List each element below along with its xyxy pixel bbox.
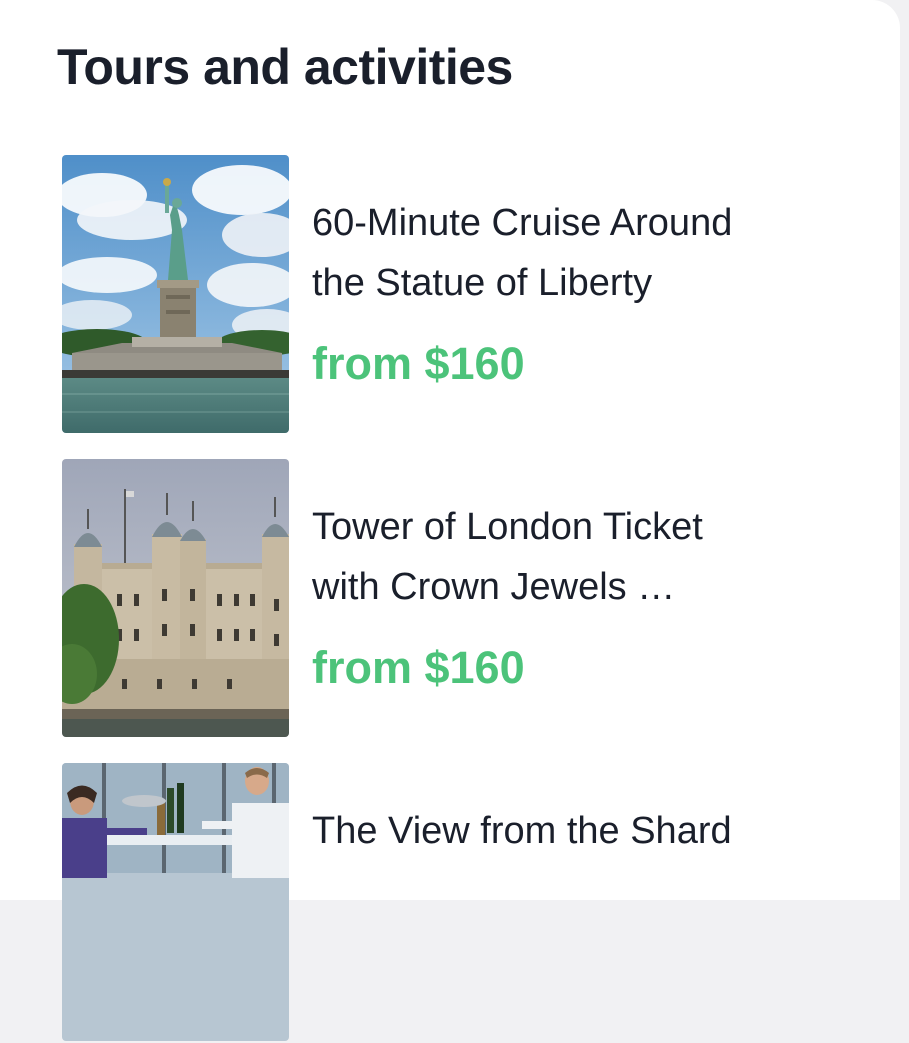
- shard-view-image[interactable]: [62, 763, 289, 1041]
- tour-title-line: with Crown Jewels …: [312, 566, 676, 608]
- section-title: Tours and activities: [57, 39, 513, 95]
- tour-title-line: the Statue of Liberty: [312, 262, 653, 304]
- tour-title[interactable]: Tower of London Ticket with Crown Jewels…: [312, 497, 832, 617]
- tour-title-line: The View from the Shard: [312, 810, 732, 852]
- tour-price: from $160: [312, 642, 525, 693]
- tour-item-statue-of-liberty[interactable]: 60-Minute Cruise Around the Statue of Li…: [62, 155, 862, 435]
- tour-title-line: Tower of London Ticket: [312, 506, 703, 548]
- tours-card: Tours and activities 60-Minute Cruise Ar…: [0, 0, 900, 1041]
- statue-of-liberty-image[interactable]: [62, 155, 289, 433]
- tour-item-view-from-the-shard[interactable]: The View from the Shard: [62, 763, 862, 1043]
- tour-title-line: 60-Minute Cruise Around: [312, 202, 733, 244]
- tower-of-london-image[interactable]: [62, 459, 289, 737]
- tour-item-tower-of-london[interactable]: Tower of London Ticket with Crown Jewels…: [62, 459, 862, 739]
- tour-price: from $160: [312, 338, 525, 389]
- tour-title[interactable]: The View from the Shard: [312, 801, 832, 861]
- tour-title[interactable]: 60-Minute Cruise Around the Statue of Li…: [312, 193, 832, 313]
